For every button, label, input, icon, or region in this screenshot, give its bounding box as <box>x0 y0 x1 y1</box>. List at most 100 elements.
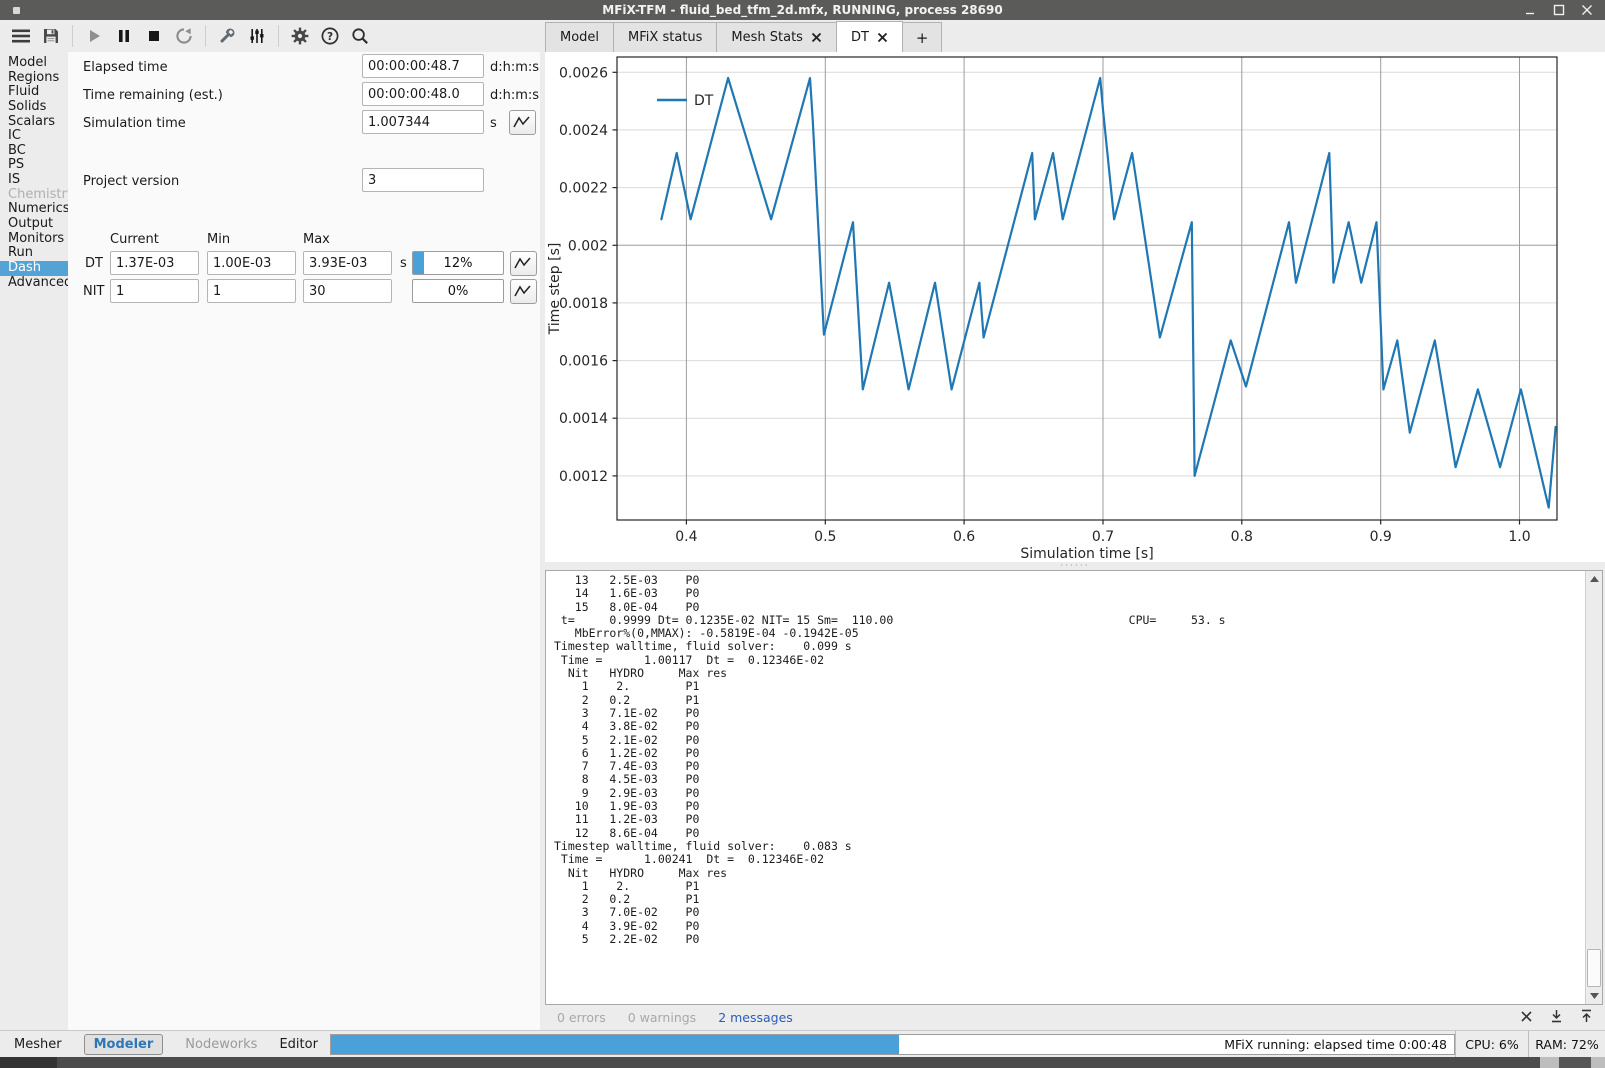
time-remaining-field[interactable] <box>362 82 484 106</box>
ram-usage: RAM: 72% <box>1528 1031 1605 1058</box>
mode-editor[interactable]: Editor <box>279 1037 317 1052</box>
right-pane: 0.40.50.60.70.80.91.00.00120.00140.00160… <box>545 52 1605 1030</box>
parameters-sliders-icon[interactable] <box>242 23 272 49</box>
sidebar-item-is[interactable]: IS <box>0 173 68 188</box>
status-bar: MesherModelerNodeworksEditorHistoryPytho… <box>0 1030 1605 1057</box>
stop-icon[interactable] <box>139 23 169 49</box>
simulation-time-plot-button[interactable] <box>509 110 536 135</box>
minimize-button[interactable] <box>1525 4 1537 16</box>
svg-text:0.0024: 0.0024 <box>559 123 608 139</box>
svg-text:0.0012: 0.0012 <box>559 469 608 485</box>
nit-plot-button[interactable] <box>510 279 537 304</box>
sidebar-item-output[interactable]: Output <box>0 217 68 232</box>
scroll-to-top-icon[interactable] <box>1580 1009 1593 1026</box>
sidebar-item-bc[interactable]: BC <box>0 144 68 159</box>
elapsed-time-field[interactable] <box>362 54 484 78</box>
sidebar-item-solids[interactable]: Solids <box>0 100 68 115</box>
svg-text:0.7: 0.7 <box>1092 529 1114 545</box>
sidebar-item-regions[interactable]: Regions <box>0 71 68 86</box>
sidebar-item-ps[interactable]: PS <box>0 158 68 173</box>
nit-max-field[interactable] <box>303 279 392 303</box>
mode-mesher[interactable]: Mesher <box>14 1037 62 1052</box>
close-button[interactable] <box>1581 4 1593 16</box>
titlebar: MFiX-TFM - fluid_bed_tfm_2d.mfx, RUNNING… <box>0 0 1605 20</box>
mode-modeler[interactable]: Modeler <box>84 1034 164 1055</box>
dt-plot-button[interactable] <box>510 251 537 276</box>
search-icon[interactable] <box>345 23 375 49</box>
scroll-down-button[interactable] <box>1586 988 1602 1004</box>
svg-text:0.002: 0.002 <box>568 238 608 254</box>
sidebar-item-dash[interactable]: Dash <box>0 261 68 276</box>
svg-text:?: ? <box>327 31 333 43</box>
mode-nodeworks: Nodeworks <box>185 1037 257 1052</box>
project-version-field[interactable] <box>362 168 484 192</box>
tab-label: MFiX status <box>628 30 702 45</box>
svg-text:0.9: 0.9 <box>1370 529 1392 545</box>
x-axis-label: Simulation time [s] <box>1020 546 1153 562</box>
tab-mesh-stats[interactable]: Mesh Stats <box>716 22 837 52</box>
bottom-scrollbar-thumb[interactable] <box>0 1057 57 1068</box>
col-header-current: Current <box>110 232 159 247</box>
app-icon <box>13 7 20 14</box>
y-axis-label: Time step [s] <box>547 243 563 336</box>
bottom-scrollbar[interactable] <box>0 1057 1605 1068</box>
nit-current-field[interactable] <box>110 279 199 303</box>
sidebar-item-advanced[interactable]: Advanced <box>0 276 68 291</box>
svg-text:0.5: 0.5 <box>814 529 836 545</box>
tab-label: Model <box>560 30 599 45</box>
sidebar-item-chemistry: Chemistry <box>0 188 68 203</box>
scroll-up-button[interactable] <box>1586 571 1602 587</box>
dt-current-field[interactable] <box>110 251 199 275</box>
svg-text:0.0022: 0.0022 <box>559 181 608 197</box>
toolbar-separator <box>278 25 279 47</box>
menu-icon[interactable] <box>6 23 36 49</box>
col-header-min: Min <box>207 232 230 247</box>
svg-text:0.0016: 0.0016 <box>559 354 608 370</box>
sidebar-item-ic[interactable]: IC <box>0 129 68 144</box>
run-progress-bar: MFiX running: elapsed time 0:00:48 <box>330 1034 1455 1055</box>
dt-max-field[interactable] <box>303 251 392 275</box>
save-icon[interactable] <box>36 23 66 49</box>
tab-label: + <box>916 29 929 47</box>
dt-min-field[interactable] <box>207 251 296 275</box>
dt-line-chart: 0.40.50.60.70.80.91.00.00120.00140.00160… <box>545 52 1605 562</box>
tab-close-icon[interactable] <box>811 32 822 43</box>
nit-progress-bar: 0% <box>412 279 504 303</box>
simulation-time-unit: s <box>490 116 497 131</box>
project-version-label: Project version <box>83 174 179 189</box>
sidebar-item-model[interactable]: Model <box>0 56 68 71</box>
settings-wrench-icon[interactable] <box>212 23 242 49</box>
gear-icon[interactable] <box>285 23 315 49</box>
log-scrollbar-thumb[interactable] <box>1587 949 1601 987</box>
scroll-to-end-icon[interactable] <box>1550 1009 1563 1026</box>
resize-grip[interactable] <box>1559 1057 1591 1068</box>
chart-log-splitter[interactable]: ······ <box>545 562 1605 570</box>
sidebar-item-monitors[interactable]: Monitors <box>0 232 68 247</box>
tab-mfix-status[interactable]: MFiX status <box>613 22 717 52</box>
nit-min-field[interactable] <box>207 279 296 303</box>
messages-link[interactable]: 2 messages <box>718 1010 793 1025</box>
pause-icon[interactable] <box>109 23 139 49</box>
mfix-window: MFiX-TFM - fluid_bed_tfm_2d.mfx, RUNNING… <box>0 0 1605 1068</box>
help-icon[interactable]: ? <box>315 23 345 49</box>
svg-text:0.6: 0.6 <box>953 529 975 545</box>
message-summary-row: 0 errors 0 warnings 2 messages <box>545 1005 1605 1030</box>
tab--[interactable]: + <box>902 22 943 52</box>
svg-text:0.0014: 0.0014 <box>559 411 608 427</box>
tab-close-icon[interactable] <box>877 32 888 43</box>
sidebar-item-numerics[interactable]: Numerics <box>0 202 68 217</box>
tab-model[interactable]: Model <box>545 22 614 52</box>
sidebar-item-run[interactable]: Run <box>0 246 68 261</box>
reset-icon[interactable] <box>169 23 199 49</box>
solver-log-text[interactable]: 13 2.5E-03 P0 14 1.6E-03 P0 15 8.0E-04 P… <box>546 571 1585 1004</box>
run-icon[interactable] <box>79 23 109 49</box>
clear-messages-icon[interactable] <box>1520 1010 1533 1026</box>
maximize-button[interactable] <box>1553 4 1565 16</box>
log-scrollbar[interactable] <box>1585 571 1602 1004</box>
sidebar-item-fluid[interactable]: Fluid <box>0 85 68 100</box>
run-status-text: MFiX running: elapsed time 0:00:48 <box>331 1035 1454 1054</box>
dt-row-label: DT <box>85 256 103 271</box>
simulation-time-field[interactable] <box>362 110 484 134</box>
sidebar-item-scalars[interactable]: Scalars <box>0 115 68 130</box>
tab-dt[interactable]: DT <box>836 21 903 52</box>
